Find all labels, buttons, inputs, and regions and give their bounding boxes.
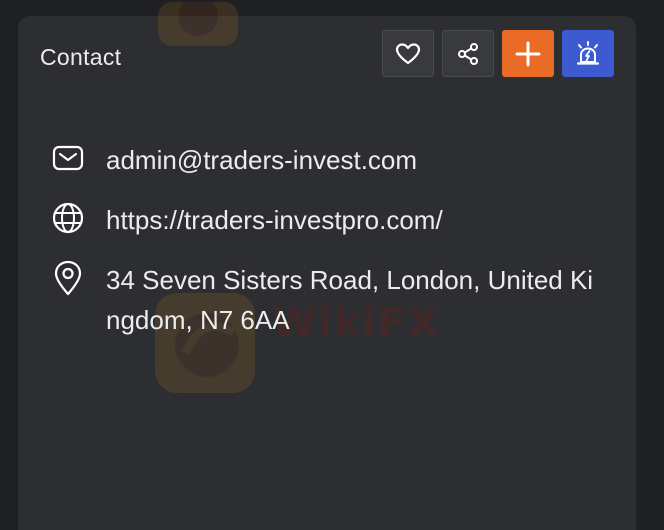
plus-icon	[515, 41, 541, 66]
alarm-icon	[576, 40, 600, 65]
address-text: 34 Seven Sisters Road, London, United Ki…	[106, 265, 594, 335]
email-link[interactable]: admin@traders-invest.com	[106, 140, 596, 180]
add-button[interactable]	[502, 30, 554, 77]
contact-card: WikiFX Contact admin@traders-invest.com …	[18, 2, 636, 530]
page: WikiFX Contact admin@traders-invest.com …	[0, 0, 664, 530]
location-pin-icon	[50, 260, 86, 296]
alert-button[interactable]	[562, 30, 614, 77]
globe-icon	[50, 200, 86, 236]
action-bar	[382, 30, 614, 77]
website-row: https://traders-investpro.com/	[50, 200, 443, 236]
address-row: 34 Seven Sisters Road, London, United Ki…	[50, 260, 593, 335]
mail-icon	[50, 140, 86, 176]
share-icon	[458, 42, 478, 65]
watermark-logo	[158, 2, 238, 46]
heart-icon	[395, 42, 421, 64]
favorite-button[interactable]	[382, 30, 434, 77]
website-link[interactable]: https://traders-investpro.com/	[106, 200, 596, 240]
email-row: admin@traders-invest.com	[50, 140, 417, 176]
share-button[interactable]	[442, 30, 494, 77]
card-title: Contact	[40, 44, 122, 70]
